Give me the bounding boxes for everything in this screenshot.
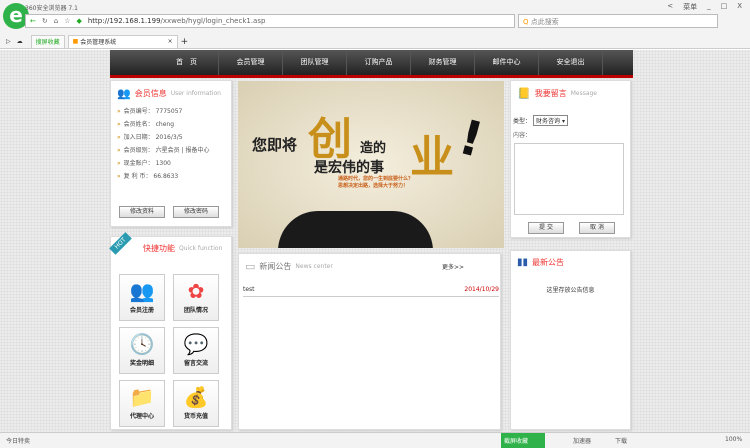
banner-text: 业 (410, 132, 454, 183)
close-tab-icon[interactable]: × (168, 38, 173, 45)
download-button[interactable]: 下载 (615, 436, 627, 445)
quick-team-button[interactable]: ✿ 团队情况 (173, 274, 219, 321)
panel-title: 最新公告 (532, 258, 565, 267)
content-label: 内容： (513, 132, 532, 139)
field-row: » 会员编号： 7775057 (117, 108, 183, 115)
cancel-button[interactable]: 取 消 (579, 222, 615, 234)
search-logo-icon: Q (523, 18, 529, 26)
field-row: » 复 利 币： 66.8633 (117, 173, 179, 180)
message-icon: 📒 (517, 87, 531, 100)
graduates-image (278, 211, 433, 248)
address-bar[interactable]: ← ↻ ⌂ ☆ ◆ http://192.168.1.199/xxweb/hyg… (25, 14, 515, 28)
flower-icon: ✿ (187, 279, 205, 303)
banner-subtext: 通路时代，您的一生到底要什么？ 思想决定出路，选择大于努力！ (338, 176, 414, 189)
panel-title: 新闻公告 (259, 262, 292, 271)
folder-user-icon: 📁 (129, 385, 155, 409)
tab-favorites[interactable]: 搜屏收藏 (30, 34, 65, 49)
daily-deal-link[interactable]: 今日特卖 (6, 436, 30, 445)
quick-message-button[interactable]: 💬 留言交流 (173, 327, 219, 374)
close-button[interactable]: X (737, 2, 742, 12)
clock-icon: 🕓 (129, 332, 155, 356)
sidebar-toggle-icon[interactable]: ▷ (6, 38, 11, 45)
edit-profile-button[interactable]: 修改资料 (119, 206, 165, 218)
banner-text: 您即将 (252, 136, 298, 154)
field-row: » 会员姓名： cheng (117, 121, 175, 128)
banner-text: 造的 (360, 141, 387, 156)
field-row: » 现金账户： 1300 (117, 160, 171, 167)
user-fields: » 会员编号： 7775057 » 会员姓名： cheng » 加入日期： 2016/… (111, 105, 231, 183)
url-host: http://192.168.1.199 (87, 17, 161, 25)
content-textarea[interactable] (514, 143, 624, 215)
exclamation-icon: ! (453, 109, 489, 169)
news-item[interactable]: test 2014/10/29 (243, 286, 499, 297)
panel-subtitle: User information (170, 90, 221, 97)
more-link[interactable]: 更多>> (442, 262, 464, 271)
users-icon: 👥 (117, 87, 131, 100)
quick-register-button[interactable]: 👥 会员注册 (119, 274, 165, 321)
message-panel: 📒 我要留言 Message 类型： 财务咨询 ▾ 内容： 提 交 取 消 (510, 80, 631, 238)
shield-icon: ◆ (76, 17, 82, 25)
panel-title: 我要留言 (534, 89, 567, 98)
quick-agent-button[interactable]: 📁 代理中心 (119, 380, 165, 427)
notice-panel: ▮▮ 最新公告 这里存放公告信息 (510, 250, 631, 430)
search-placeholder: 点此搜索 (530, 18, 559, 26)
minimize-button[interactable]: _ (707, 2, 711, 12)
search-input[interactable]: Q 点此搜索 (518, 14, 718, 28)
status-bar: 今日特卖 截屏收藏 加速器 下载 100% (0, 432, 750, 448)
back-icon[interactable]: ← (30, 17, 36, 25)
menu-button[interactable]: 菜单 (683, 2, 697, 12)
star-icon[interactable]: ☆ (64, 17, 70, 25)
tab-member-system[interactable]: ■ 会员管理系统 × (67, 34, 178, 49)
banner-text: 是宏伟的事 (314, 160, 384, 176)
news-icon: ▭ (245, 260, 256, 273)
panel-subtitle: Message (570, 90, 597, 97)
panel-subtitle: News center (295, 263, 333, 270)
money-bag-icon: 💰 (183, 385, 209, 409)
window-controls: < 菜单 _ □ X (667, 2, 742, 12)
accelerator-button[interactable]: 加速器 (573, 436, 591, 445)
quick-function-panel: HOT 快捷功能 Quick function 👥 会员注册 ✿ 团队情况 🕓 奖金明细… (109, 232, 232, 430)
quick-grid: 👥 会员注册 ✿ 团队情况 🕓 奖金明细 💬 留言交流 📁 代理中心 💰 货币充值 (119, 274, 219, 427)
nav-order[interactable]: 订购产品 (347, 50, 411, 75)
change-password-button[interactable]: 修改密码 (173, 206, 219, 218)
nav-home[interactable]: 首 页 (155, 50, 219, 75)
notice-text: 这里存放公告信息 (546, 287, 595, 294)
banner-image: 您即将 创 造的 是宏伟的事 业 ! 通路时代，您的一生到底要什么？ 思想决定出路… (238, 81, 504, 248)
user-info-panel: 👥 会员信息 User information » 会员编号： 7775057 » 会员… (110, 80, 232, 227)
chat-icon: 💬 (183, 332, 209, 356)
page-icon: ■ (72, 38, 79, 45)
tab-label: 会员管理系统 (80, 39, 117, 46)
type-select[interactable]: 财务咨询 ▾ (533, 115, 568, 126)
new-tab-button[interactable]: + (181, 37, 189, 47)
maximize-button[interactable]: □ (721, 2, 728, 12)
field-row: » 加入日期： 2016/3/5 (117, 134, 183, 141)
bar-chart-icon: ▮▮ (517, 257, 529, 268)
screenshot-button[interactable]: 截屏收藏 (501, 433, 545, 448)
browser-chrome: e 360安全浏览器 7.1 < 菜单 _ □ X ← ↻ ⌂ ☆ ◆ http… (0, 0, 750, 49)
quick-recharge-button[interactable]: 💰 货币充值 (173, 380, 219, 427)
users-icon: 👥 (129, 279, 155, 303)
quick-bonus-button[interactable]: 🕓 奖金明细 (119, 327, 165, 374)
type-label: 类型： (513, 118, 532, 125)
refresh-icon[interactable]: ↻ (42, 17, 48, 25)
tab-bar: ▷ ☁ 搜屏收藏 ■ 会员管理系统 × + (0, 34, 750, 49)
url-path: /xxweb/hygl/login_check1.asp (160, 17, 266, 25)
submit-button[interactable]: 提 交 (528, 222, 564, 234)
window-title: 360安全浏览器 7.1 (25, 5, 78, 12)
field-row: » 会员级别： 六星会员 | 报备中心 (117, 147, 210, 154)
panel-title: 快捷功能 (143, 244, 175, 253)
nav-logout[interactable]: 安全退出 (539, 50, 603, 75)
back-menu-button[interactable]: < (667, 2, 673, 12)
cloud-icon[interactable]: ☁ (17, 38, 23, 45)
nav-finance[interactable]: 财务管理 (411, 50, 475, 75)
panel-subtitle: Quick function (179, 245, 223, 252)
news-panel: ▭ 新闻公告 News center 更多>> test 2014/10/29 (238, 253, 501, 430)
nav-team[interactable]: 团队管理 (283, 50, 347, 75)
panel-title: 会员信息 (134, 89, 167, 98)
nav-members[interactable]: 会员管理 (219, 50, 283, 75)
main-nav: 首 页 会员管理 团队管理 订购产品 财务管理 邮件中心 安全退出 (110, 50, 633, 78)
nav-mail[interactable]: 邮件中心 (475, 50, 539, 75)
zoom-level[interactable]: 100% (725, 436, 742, 443)
home-icon[interactable]: ⌂ (54, 17, 58, 25)
